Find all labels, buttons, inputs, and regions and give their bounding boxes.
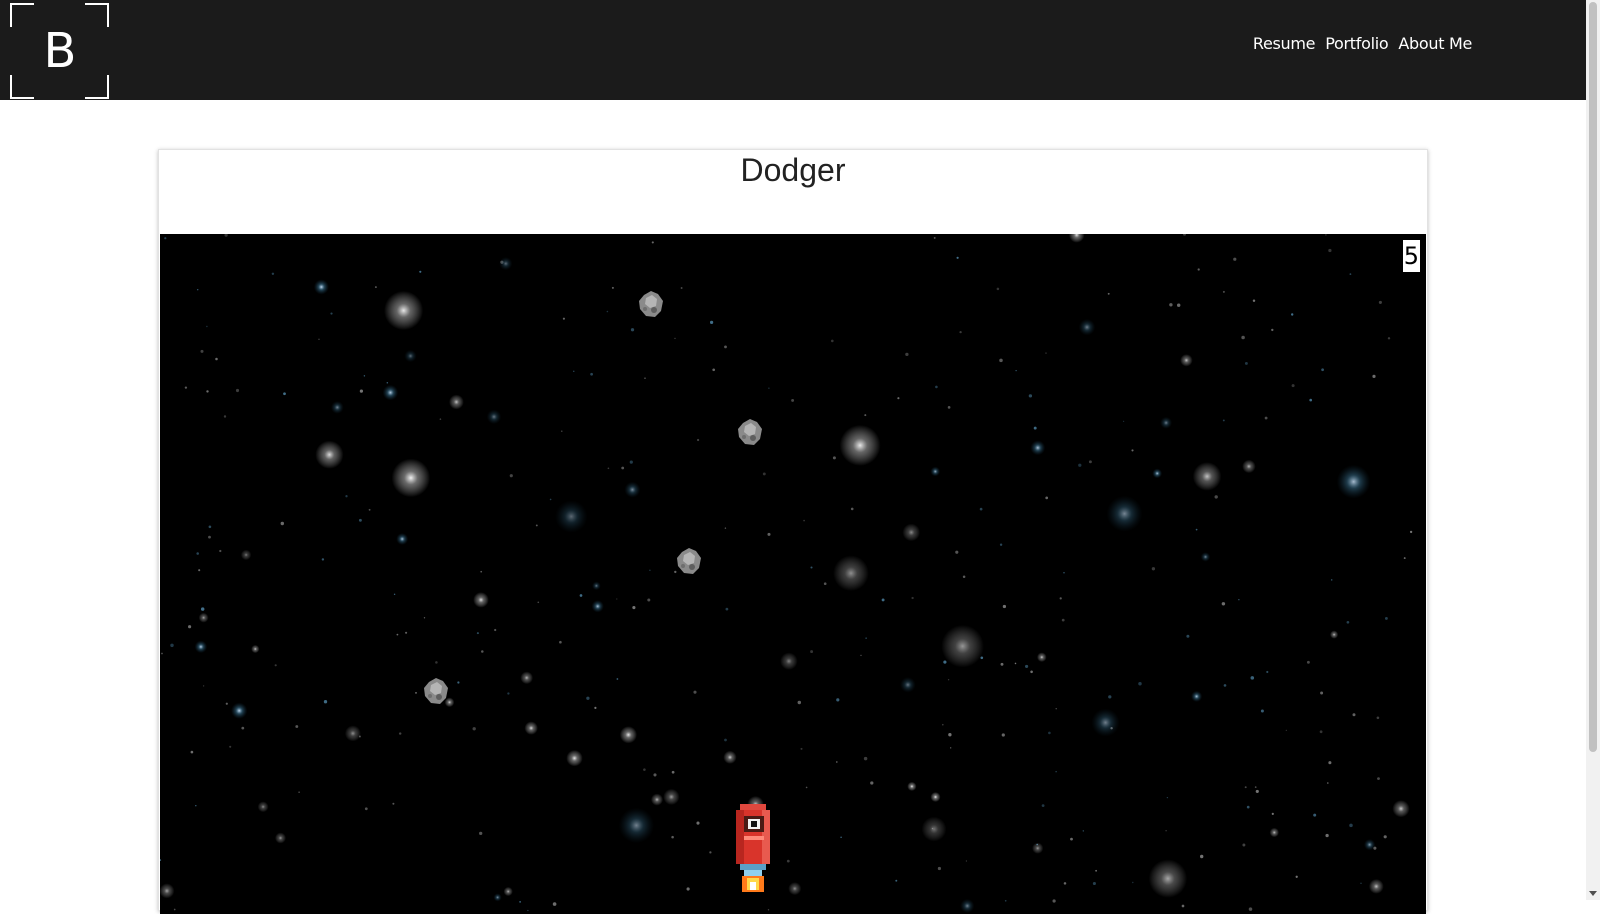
nav-link-resume[interactable]: Resume (1253, 34, 1316, 53)
site-header: B Resume Portfolio About Me (0, 0, 1586, 100)
game-canvas[interactable]: 5 (160, 234, 1426, 914)
game-title: Dodger (740, 152, 846, 188)
score-counter: 5 (1402, 240, 1420, 272)
logo-letter: B (43, 23, 77, 79)
starfield-background (160, 234, 1413, 914)
asteroid-icon (639, 291, 663, 317)
asteroid-icon (738, 419, 762, 445)
site-logo[interactable]: B (10, 3, 110, 99)
player-rocket-icon (736, 804, 770, 892)
game-card: Dodger 5 (158, 149, 1428, 914)
asteroid-icon (677, 548, 701, 574)
nav-link-portfolio[interactable]: Portfolio (1325, 34, 1388, 53)
page-scrollbar[interactable] (1586, 0, 1600, 900)
nav-link-about-me[interactable]: About Me (1398, 34, 1472, 53)
scrollbar-thumb[interactable] (1589, 2, 1597, 752)
asteroid-icon (424, 678, 448, 704)
main-nav: Resume Portfolio About Me (1253, 34, 1472, 53)
scroll-down-arrow-icon[interactable] (1589, 891, 1597, 896)
